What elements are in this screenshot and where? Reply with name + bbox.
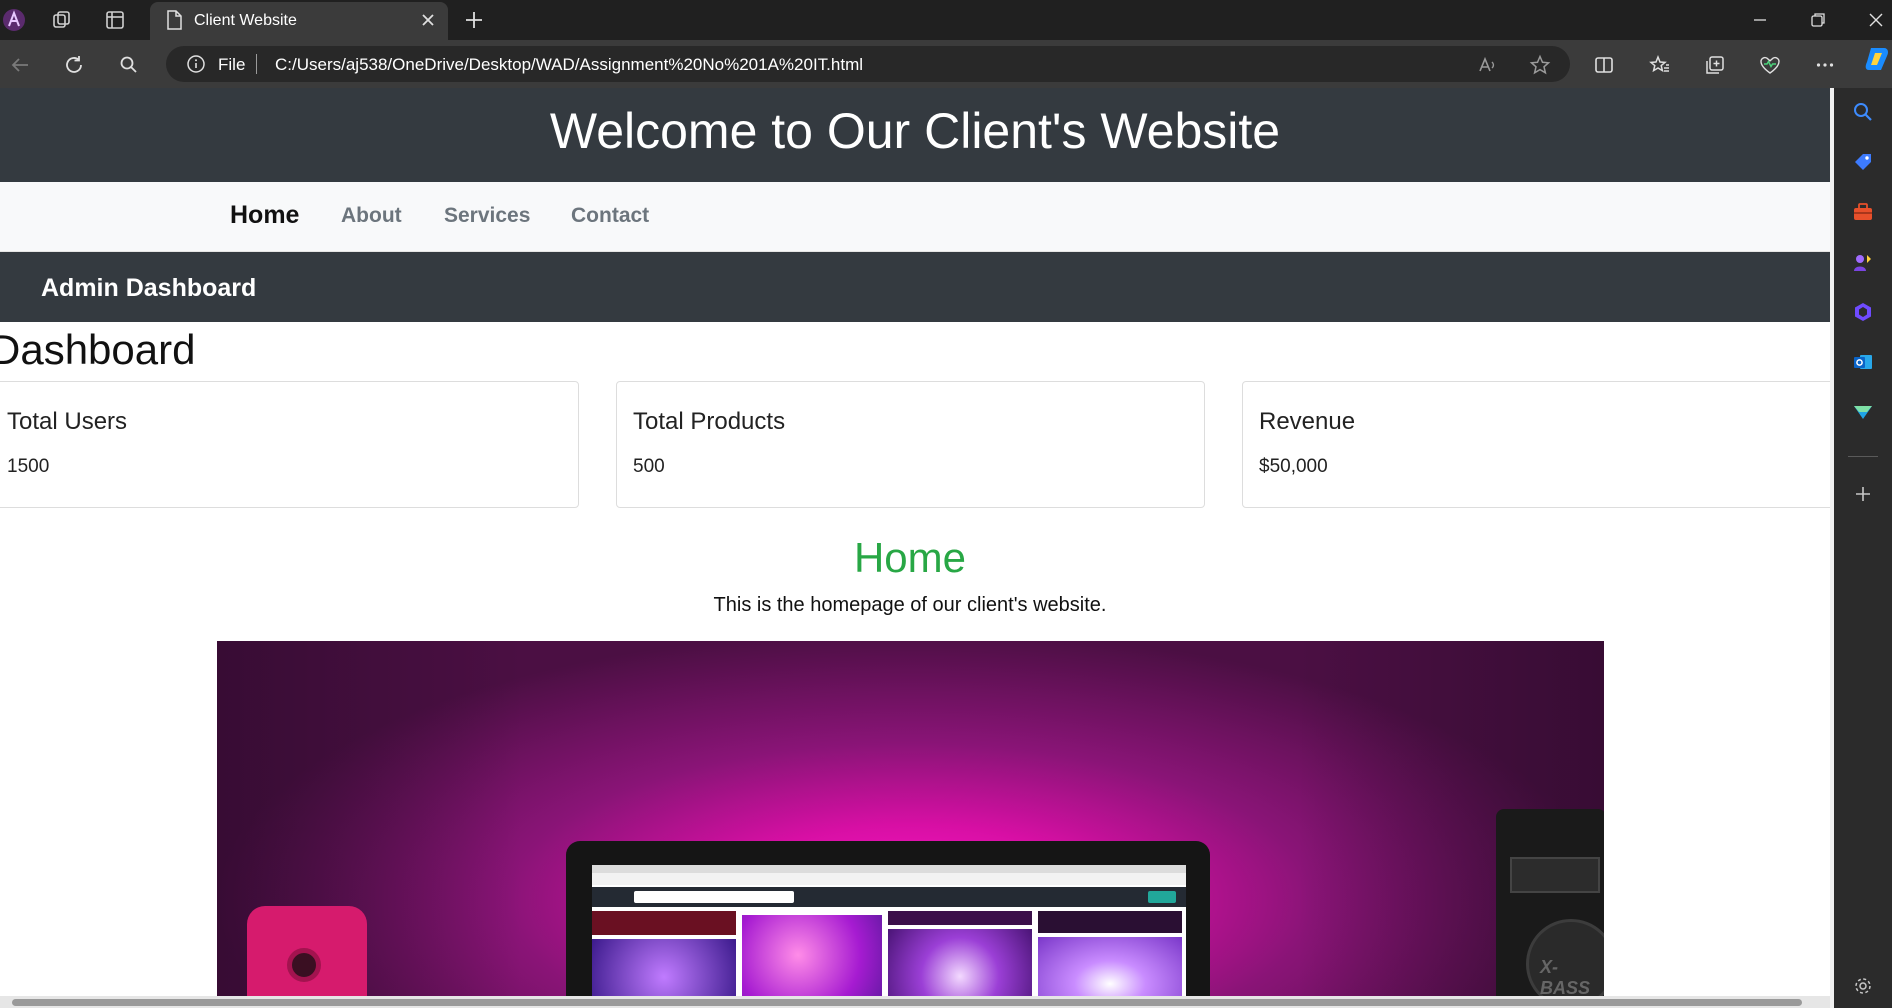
plus-icon[interactable] [1851,482,1875,506]
toolbox-icon[interactable] [1851,200,1875,224]
tab-actions-icon[interactable] [103,8,127,32]
more-icon[interactable] [1812,52,1838,78]
card-title: Revenue [1259,408,1356,435]
address-bar[interactable]: File C:/Users/aj538/OneDrive/Desktop/WAD… [166,46,1570,82]
admin-bar: Admin Dashboard [0,252,1830,322]
speaker-deck [1510,857,1600,893]
card-value: $50,000 [1259,456,1328,477]
stat-card-products: Total Products 500 [616,381,1205,508]
screen-menubar [592,865,1186,873]
card-title: Total Users [7,408,128,435]
url-separator [256,54,257,74]
back-arrow-icon[interactable] [7,52,33,78]
close-tab-icon[interactable] [418,10,438,35]
refresh-icon[interactable] [61,52,87,78]
screen-tile [592,939,736,996]
card-value: 500 [633,456,665,477]
site-header: Welcome to Our Client's Website [0,88,1830,182]
favorite-star-icon[interactable] [1528,53,1552,77]
minimize-icon[interactable] [1748,8,1772,32]
camera-lens [287,948,321,982]
collections-icon[interactable] [1702,52,1728,78]
screen-tile [592,911,736,935]
screen-tile [888,929,1032,996]
edge-sidebar [1834,88,1892,1008]
tab-bar: Client Website [0,0,1892,40]
outlook-icon[interactable] [1851,350,1875,374]
close-window-icon[interactable] [1864,8,1888,32]
new-tab-plus-icon[interactable] [462,8,486,32]
site-nav: Home About Services Contact [0,182,1830,252]
sidebar-divider [1848,456,1878,457]
screen-tile [1038,937,1182,996]
active-tab[interactable]: Client Website [150,2,448,40]
heartbeat-icon[interactable] [1757,52,1783,78]
tab-title: Client Website [194,12,297,29]
copilot-icon[interactable] [1851,300,1875,324]
instant-camera [247,906,367,996]
tag-icon[interactable] [1851,150,1875,174]
home-section-heading: Home [853,534,967,581]
laptop-screen [592,865,1186,996]
nav-about-link[interactable]: About [341,204,402,228]
admin-dashboard-title: Admin Dashboard [41,274,257,302]
horizontal-scrollbar[interactable] [0,996,1830,1008]
laptop [566,841,1210,996]
profile-icon[interactable] [2,8,26,32]
restore-icon[interactable] [1806,8,1830,32]
favorites-icon[interactable] [1647,52,1673,78]
search-icon[interactable] [1851,100,1875,124]
nav-home-link[interactable]: Home [230,201,299,230]
speaker-brand: X-BASS [1540,957,1591,996]
horizontal-scroll-thumb[interactable] [12,999,1802,1006]
card-value: 1500 [7,456,50,477]
copilot-icon[interactable] [1862,44,1892,74]
page-viewport: Welcome to Our Client's Website Home Abo… [0,88,1830,996]
screen-tile [888,911,1032,925]
nav-contact-link[interactable]: Contact [571,204,649,228]
workspaces-icon[interactable] [50,8,74,32]
info-icon[interactable] [186,54,206,79]
read-aloud-icon[interactable] [1476,53,1500,77]
games-icon[interactable] [1851,250,1875,274]
dashboard-title: Dashboard [0,326,196,373]
search-icon[interactable] [116,52,142,78]
url-text[interactable]: C:/Users/aj538/OneDrive/Desktop/WAD/Assi… [275,55,863,75]
screen-button [1148,891,1176,903]
settings-icon[interactable] [1851,974,1875,998]
address-toolbar: File C:/Users/aj538/OneDrive/Desktop/WAD… [0,40,1892,88]
stat-card-users: Total Users 1500 [0,381,579,508]
stat-card-revenue: Revenue $50,000 [1242,381,1830,508]
screen-tile [1038,911,1182,933]
screen-navstrip [592,873,1186,885]
hero-image: X-BASS [217,641,1604,996]
drop-icon[interactable] [1851,400,1875,424]
page-icon [162,8,186,32]
url-scheme-label: File [218,55,246,74]
home-section-text: This is the homepage of our client's web… [713,594,1107,616]
split-screen-icon[interactable] [1591,52,1617,78]
screen-searchbox [634,891,794,903]
nav-services-link[interactable]: Services [444,204,530,228]
site-title: Welcome to Our Client's Website [549,103,1281,159]
screen-tile [742,915,882,996]
speaker: X-BASS [1496,809,1604,996]
card-title: Total Products [633,408,786,435]
